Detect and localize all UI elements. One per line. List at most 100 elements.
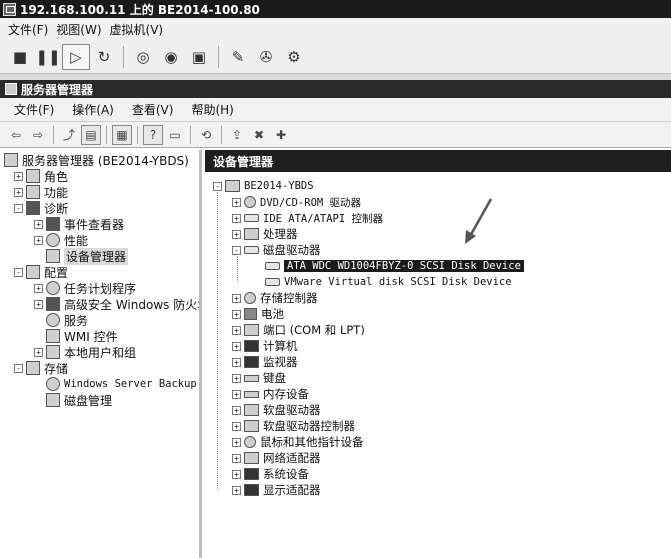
expand-icon[interactable]: + xyxy=(34,347,43,357)
device-item-vmware-disk[interactable]: VMware Virtual disk SCSI Disk Device xyxy=(265,274,512,290)
device-category-system[interactable]: + 系统设备 xyxy=(232,466,309,482)
uninstall-icon[interactable]: ✖ xyxy=(249,125,269,145)
snapshot-icon[interactable]: ◎ xyxy=(129,44,157,70)
device-category-processor[interactable]: + 处理器 xyxy=(232,226,298,242)
device-category-ports[interactable]: + 端口 (COM 和 LPT) xyxy=(232,322,365,338)
snapshot-revert-icon[interactable]: ◉ xyxy=(157,44,185,70)
device-category-floppy-controller[interactable]: + 软盘驱动器控制器 xyxy=(232,418,355,434)
expand-icon[interactable]: + xyxy=(232,485,241,495)
device-label: 系统设备 xyxy=(263,467,309,481)
expand-icon[interactable]: + xyxy=(232,453,241,463)
reset-icon[interactable]: ↻ xyxy=(90,44,118,70)
edit-icon[interactable]: ✎ xyxy=(224,44,252,70)
device-category-keyboard[interactable]: + 键盘 xyxy=(232,370,286,386)
settings-icon[interactable]: ⚙ xyxy=(280,44,308,70)
collapse-icon[interactable]: - xyxy=(14,363,23,373)
sm-menu-file[interactable]: 文件(F) xyxy=(14,101,54,118)
properties-icon[interactable]: ▦ xyxy=(112,124,132,145)
vm-title: 192.168.100.11 上的 BE2014-100.80 xyxy=(20,2,260,17)
vm-menu-file[interactable]: 文件(F) xyxy=(8,21,48,38)
pause-icon[interactable]: ❚❚ xyxy=(34,44,62,70)
expand-icon[interactable]: + xyxy=(232,389,241,399)
device-label: 计算机 xyxy=(263,339,298,353)
tree-item-roles[interactable]: + 角色 xyxy=(14,168,68,184)
tree-item-diagnostics[interactable]: - 诊断 xyxy=(14,200,68,216)
device-category-display[interactable]: + 显示适配器 xyxy=(232,482,321,498)
tree-item-features[interactable]: + 功能 xyxy=(14,184,68,200)
expand-icon[interactable]: + xyxy=(232,373,241,383)
device-category-storage-controller[interactable]: + 存储控制器 xyxy=(232,290,318,306)
tree-item-backup[interactable]: Windows Server Backup xyxy=(46,376,197,392)
tree-item-disk-management[interactable]: 磁盘管理 xyxy=(46,392,112,408)
expand-icon[interactable]: + xyxy=(232,357,241,367)
sm-menu-help[interactable]: 帮助(H) xyxy=(191,101,233,118)
device-category-network[interactable]: + 网络适配器 xyxy=(232,450,321,466)
tree-item-storage[interactable]: - 存储 xyxy=(14,360,68,376)
help-icon[interactable]: ? xyxy=(143,124,163,145)
collapse-icon[interactable]: - xyxy=(232,245,241,255)
memory-icon xyxy=(244,390,259,398)
expand-icon[interactable]: + xyxy=(34,299,43,309)
expand-icon[interactable]: + xyxy=(232,437,241,447)
scan-hardware-icon[interactable]: ⟲ xyxy=(196,125,216,145)
port-icon xyxy=(244,324,259,336)
show-tree-icon[interactable]: ▤ xyxy=(81,124,101,145)
device-category-battery[interactable]: + 电池 xyxy=(232,306,284,322)
collapse-icon[interactable]: - xyxy=(14,267,23,277)
collapse-icon[interactable]: - xyxy=(213,181,222,191)
expand-icon[interactable]: + xyxy=(232,293,241,303)
tree-item-services[interactable]: 服务 xyxy=(34,312,88,328)
expand-icon[interactable]: + xyxy=(14,187,23,197)
device-category-computer[interactable]: + 计算机 xyxy=(232,338,298,354)
forward-icon[interactable]: ⇨ xyxy=(28,125,48,145)
tree-item-server-manager[interactable]: 服务器管理器 (BE2014-YBDS) xyxy=(4,152,189,168)
sm-menu-action[interactable]: 操作(A) xyxy=(72,101,114,118)
ide-icon xyxy=(244,214,259,222)
tree-item-firewall[interactable]: + 高级安全 Windows 防火墙 xyxy=(34,296,199,312)
snapshot-manager-icon[interactable]: ▣ xyxy=(185,44,213,70)
device-category-floppy[interactable]: + 软盘驱动器 xyxy=(232,402,321,418)
collapse-icon[interactable]: - xyxy=(14,203,23,213)
expand-icon[interactable]: + xyxy=(34,283,43,293)
expand-icon[interactable]: + xyxy=(232,405,241,415)
update-driver-icon[interactable]: ⇪ xyxy=(227,125,247,145)
tree-item-event-viewer[interactable]: + 事件查看器 xyxy=(34,216,124,232)
device-category-monitor[interactable]: + 监视器 xyxy=(232,354,298,370)
expand-icon[interactable]: + xyxy=(232,213,241,223)
expand-icon[interactable]: + xyxy=(232,229,241,239)
expand-icon[interactable]: + xyxy=(14,171,23,181)
tree-item-wmi[interactable]: WMI 控件 xyxy=(34,328,118,344)
sm-menu-view[interactable]: 查看(V) xyxy=(132,101,174,118)
stop-icon[interactable]: ■ xyxy=(6,44,34,70)
vm-menu-view[interactable]: 视图(W) xyxy=(56,21,101,38)
expand-icon[interactable]: + xyxy=(232,197,241,207)
expand-icon[interactable]: + xyxy=(232,309,241,319)
expand-icon[interactable]: + xyxy=(232,325,241,335)
expand-icon[interactable]: + xyxy=(232,341,241,351)
show-hide-pane-icon[interactable]: ▭ xyxy=(165,125,185,145)
tree-item-task-scheduler[interactable]: + 任务计划程序 xyxy=(34,280,136,296)
device-category-disk[interactable]: - 磁盘驱动器 xyxy=(232,242,321,258)
expand-icon[interactable]: + xyxy=(232,469,241,479)
tools-icon[interactable]: ✇ xyxy=(252,44,280,70)
tree-item-configuration[interactable]: - 配置 xyxy=(14,264,68,280)
device-category-ide[interactable]: + IDE ATA/ATAPI 控制器 xyxy=(232,210,383,226)
tree-item-performance[interactable]: + 性能 xyxy=(34,232,88,248)
tree-item-device-manager[interactable]: 设备管理器 xyxy=(34,247,129,265)
expand-icon[interactable]: + xyxy=(34,235,43,245)
device-root[interactable]: - BE2014-YBDS xyxy=(213,178,314,194)
play-icon[interactable]: ▷ xyxy=(62,43,90,70)
expand-icon[interactable]: + xyxy=(34,219,43,229)
back-icon[interactable]: ⇦ xyxy=(6,125,26,145)
expand-icon[interactable]: + xyxy=(232,421,241,431)
device-category-dvd[interactable]: + DVD/CD-ROM 驱动器 xyxy=(232,194,361,210)
server-icon xyxy=(4,153,18,167)
device-category-mouse[interactable]: + 鼠标和其他指针设备 xyxy=(232,434,364,450)
vm-menu-vm[interactable]: 虚拟机(V) xyxy=(110,21,164,38)
toolbar-separator xyxy=(123,45,124,68)
device-category-memory[interactable]: + 内存设备 xyxy=(232,386,309,402)
device-item-wdc-disk[interactable]: ATA WDC WD1004FBYZ-0 SCSI Disk Device xyxy=(265,258,524,274)
tree-item-local-users[interactable]: + 本地用户和组 xyxy=(34,344,136,360)
enable-device-icon[interactable]: ✚ xyxy=(271,125,291,145)
up-level-icon[interactable]: ⤴ xyxy=(59,125,79,145)
